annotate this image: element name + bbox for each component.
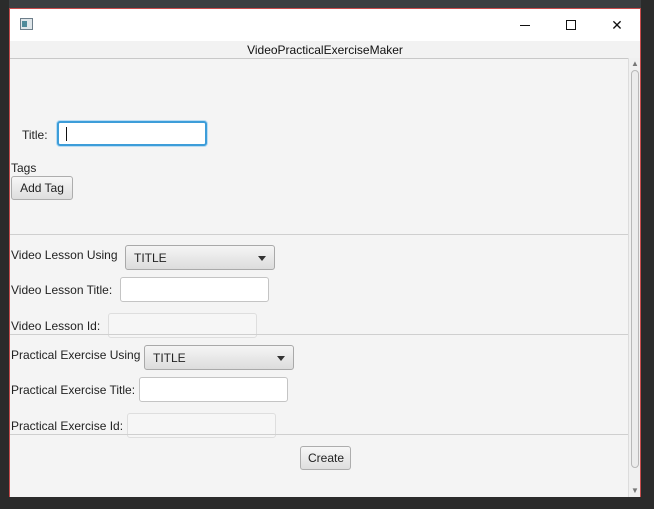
video-lesson-title-label: Video Lesson Title: bbox=[11, 283, 113, 297]
ide-gutter bbox=[0, 0, 9, 509]
video-lesson-using-value: TITLE bbox=[134, 251, 167, 265]
app-window: ✕ VideoPracticalExerciseMaker Title: Tag… bbox=[9, 8, 641, 497]
maximize-button[interactable] bbox=[548, 9, 594, 41]
app-icon bbox=[20, 18, 33, 30]
dropdown-arrow-icon bbox=[258, 256, 266, 261]
title-input[interactable] bbox=[57, 121, 207, 146]
dropdown-arrow-icon bbox=[277, 356, 285, 361]
title-label: Title: bbox=[22, 128, 48, 142]
close-button[interactable]: ✕ bbox=[594, 9, 640, 41]
video-lesson-using-label: Video Lesson Using bbox=[11, 248, 118, 262]
section-divider bbox=[10, 334, 628, 335]
section-divider bbox=[10, 434, 628, 435]
close-icon: ✕ bbox=[611, 16, 623, 33]
scroll-thumb[interactable] bbox=[631, 70, 639, 468]
form-content: Title: Tags Add Tag Video Lesson Using T… bbox=[10, 58, 628, 497]
minimize-button[interactable] bbox=[502, 9, 548, 41]
vertical-scrollbar[interactable]: ▲ ▼ bbox=[628, 58, 640, 497]
stage-title: VideoPracticalExerciseMaker bbox=[247, 43, 403, 57]
practical-exercise-title-label: Practical Exercise Title: bbox=[11, 383, 136, 397]
video-lesson-title-input[interactable] bbox=[120, 277, 269, 302]
practical-exercise-id-label: Practical Exercise Id: bbox=[11, 419, 124, 433]
video-lesson-id-label: Video Lesson Id: bbox=[11, 319, 101, 333]
practical-exercise-using-select[interactable]: TITLE bbox=[144, 345, 294, 370]
ide-background-right bbox=[641, 0, 654, 509]
practical-exercise-title-input[interactable] bbox=[139, 377, 288, 402]
text-caret bbox=[66, 127, 67, 141]
minimize-icon bbox=[520, 24, 530, 26]
video-lesson-using-select[interactable]: TITLE bbox=[125, 245, 275, 270]
tags-label: Tags bbox=[11, 161, 37, 175]
maximize-icon bbox=[566, 20, 576, 30]
title-bar[interactable]: ✕ bbox=[10, 9, 640, 41]
section-divider bbox=[10, 234, 628, 235]
practical-exercise-using-label: Practical Exercise Using bbox=[11, 348, 141, 362]
add-tag-button[interactable]: Add Tag bbox=[11, 176, 73, 200]
scroll-down-icon[interactable]: ▼ bbox=[631, 487, 639, 495]
practical-exercise-using-value: TITLE bbox=[153, 351, 186, 365]
create-button[interactable]: Create bbox=[300, 446, 351, 470]
scroll-up-icon[interactable]: ▲ bbox=[631, 60, 639, 68]
